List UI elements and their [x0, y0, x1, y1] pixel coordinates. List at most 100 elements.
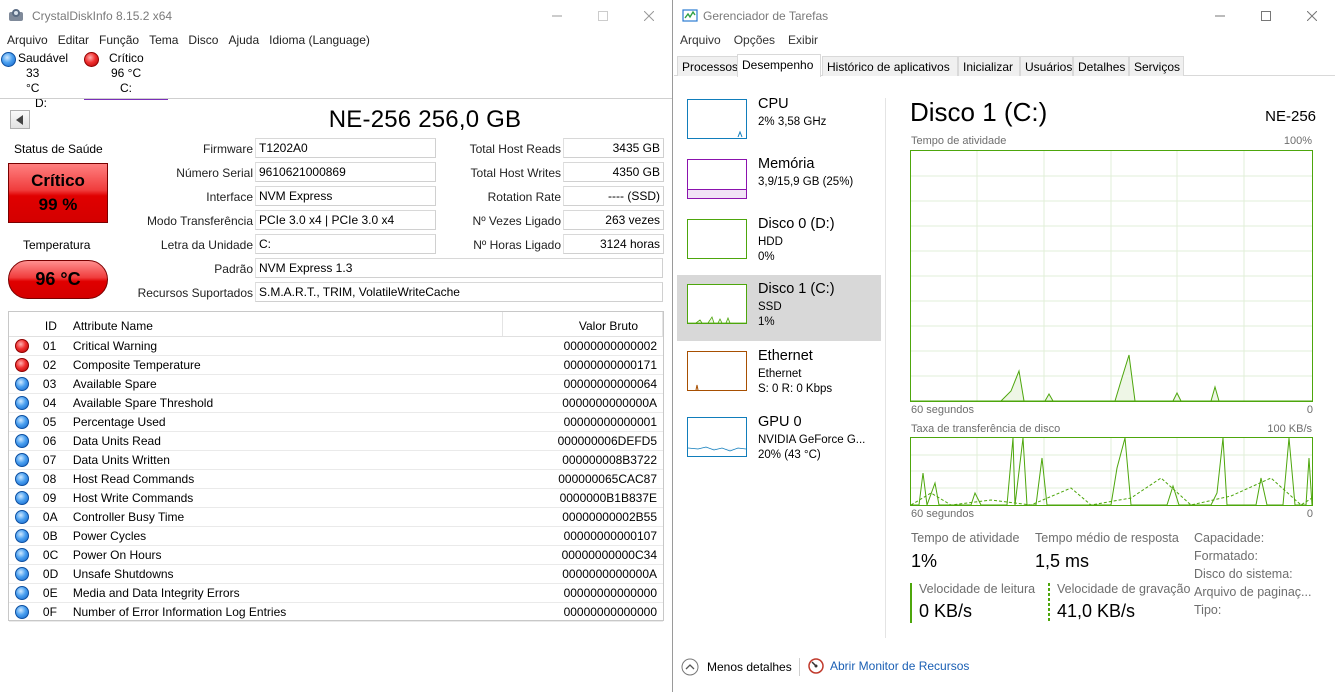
table-row[interactable]: 08 Host Read Commands 000000065CAC87 — [9, 470, 663, 489]
table-row[interactable]: 01 Critical Warning 00000000000002 — [9, 337, 663, 356]
tab-processos[interactable]: Processos — [677, 56, 738, 76]
sidebar-item-disk-0[interactable]: Disco 0 (D:) HDD 0% — [677, 210, 881, 276]
attribute-name: Data Units Read — [72, 434, 161, 448]
attribute-raw-value: 0000000B1B837E — [559, 491, 657, 505]
tab-usuarios[interactable]: Usuários — [1020, 56, 1073, 76]
window-title: Gerenciador de Tarefas — [703, 9, 829, 23]
task-manager-window: Gerenciador de Tarefas Arquivo Opções Ex… — [674, 0, 1335, 692]
activity-graph-xlabel: 60 segundos — [911, 404, 974, 416]
tm-titlebar: Gerenciador de Tarefas — [674, 0, 1335, 31]
open-resource-monitor-link[interactable]: Abrir Monitor de Recursos — [808, 658, 969, 674]
status-cell — [9, 377, 35, 391]
sidebar-item-disk-1[interactable]: Disco 1 (C:) SSD 1% — [677, 275, 881, 341]
minimize-button[interactable] — [534, 0, 580, 31]
table-row[interactable]: 0B Power Cycles 00000000000107 — [9, 527, 663, 546]
attribute-name: Host Write Commands — [72, 491, 194, 505]
disk1-thumbnail-graph — [688, 316, 746, 324]
sidebar-title: GPU 0 — [758, 414, 802, 430]
healthy-status-icon — [14, 453, 29, 467]
menu-arquivo[interactable]: Arquivo — [2, 31, 53, 49]
sidebar-subtitle-2: 1% — [758, 316, 775, 328]
table-row[interactable]: 07 Data Units Written 000000008B3722 — [9, 451, 663, 470]
drive-letter-label: Letra da Unidade — [160, 238, 253, 252]
maximize-button[interactable] — [580, 0, 626, 31]
drive-tab-c[interactable]: Crítico 96 °C C: — [84, 51, 168, 100]
cpu-thumbnail — [687, 99, 747, 139]
attribute-raw-value: 0000000000000A — [562, 567, 657, 581]
column-header-attribute-name[interactable]: Attribute Name — [73, 312, 504, 336]
detail-page-file: Arquivo de paginaç... — [1194, 585, 1312, 599]
menu-funcao[interactable]: Função — [94, 31, 144, 49]
menu-idioma[interactable]: Idioma (Language) — [264, 31, 375, 49]
menu-tema[interactable]: Tema — [144, 31, 183, 49]
drive-tab-d[interactable]: Saudável 33 °C D: — [0, 51, 68, 111]
menu-arquivo[interactable]: Arquivo — [674, 33, 728, 51]
table-row[interactable]: 0A Controller Busy Time 00000000002B55 — [9, 508, 663, 527]
table-row[interactable]: 06 Data Units Read 000000006DEFD5 — [9, 432, 663, 451]
sidebar-item-gpu[interactable]: GPU 0 NVIDIA GeForce G... 20% (43 °C) — [677, 408, 881, 474]
tab-historico-aplicativos[interactable]: Histórico de aplicativos — [822, 56, 958, 76]
sidebar-subtitle: 2% 3,58 GHz — [758, 116, 827, 128]
rotation-rate-label: Rotation Rate — [487, 190, 561, 204]
table-row[interactable]: 03 Available Spare 00000000000064 — [9, 375, 663, 394]
activity-graph-xmin: 0 — [1306, 404, 1313, 416]
close-button[interactable] — [1289, 0, 1335, 31]
attribute-raw-value: 000000008B3722 — [562, 453, 657, 467]
features-value: S.M.A.R.T., TRIM, VolatileWriteCache — [255, 282, 663, 302]
menu-exibir[interactable]: Exibir — [782, 33, 825, 51]
health-percent: 99 % — [38, 195, 78, 214]
task-manager-app-icon — [682, 9, 698, 22]
sidebar-item-cpu[interactable]: CPU 2% 3,58 GHz — [677, 90, 881, 156]
sidebar-title: Disco 0 (D:) — [758, 216, 835, 232]
status-cell — [9, 605, 35, 619]
maximize-button[interactable] — [1243, 0, 1289, 31]
minimize-button[interactable] — [1197, 0, 1243, 31]
sidebar-subtitle-2: 20% (43 °C) — [758, 449, 821, 461]
table-row[interactable]: 02 Composite Temperature 00000000000171 — [9, 356, 663, 375]
table-row[interactable]: 0D Unsafe Shutdowns 0000000000000A — [9, 565, 663, 584]
sidebar-item-memory[interactable]: Memória 3,9/15,9 GB (25%) — [677, 150, 881, 216]
serial-label: Número Serial — [176, 166, 253, 180]
table-row[interactable]: 09 Host Write Commands 0000000B1B837E — [9, 489, 663, 508]
read-speed-label: Velocidade de leitura — [919, 582, 1036, 596]
previous-disk-button[interactable] — [10, 110, 30, 129]
menu-disco[interactable]: Disco — [183, 31, 223, 49]
table-row[interactable]: 0E Media and Data Integrity Errors 0000000… — [9, 584, 663, 603]
attribute-id: 07 — [42, 453, 57, 467]
attribute-raw-value: 00000000000C34 — [561, 548, 657, 562]
table-row[interactable]: 0C Power On Hours 00000000000C34 — [9, 546, 663, 565]
sidebar-item-ethernet[interactable]: Ethernet Ethernet S: 0 R: 0 Kbps — [677, 342, 881, 408]
menu-editar[interactable]: Editar — [53, 31, 94, 49]
column-header-raw-value[interactable]: Valor Bruto — [503, 312, 663, 336]
tab-detalhes[interactable]: Detalhes — [1073, 56, 1129, 76]
healthy-status-icon — [14, 605, 29, 619]
read-speed-value: 0 KB/s — [919, 601, 973, 621]
attribute-name: Percentage Used — [72, 415, 166, 429]
tab-desempenho[interactable]: Desempenho — [737, 54, 821, 77]
crystaldiskinfo-window: CrystalDiskInfo 8.15.2 x64 Arquivo Edita… — [0, 0, 673, 692]
attribute-name: Unsafe Shutdowns — [72, 567, 174, 581]
attribute-name: Controller Busy Time — [72, 510, 185, 524]
fewer-details-label: Menos detalhes — [707, 660, 792, 674]
total-host-reads-label: Total Host Reads — [469, 142, 561, 156]
attribute-raw-value: 00000000000000 — [563, 586, 657, 600]
column-header-id[interactable]: ID — [35, 312, 73, 336]
attribute-name: Available Spare Threshold — [72, 396, 214, 410]
healthy-status-icon — [14, 472, 29, 486]
tab-servicos[interactable]: Serviços — [1129, 56, 1184, 76]
table-row[interactable]: 05 Percentage Used 00000000000001 — [9, 413, 663, 432]
close-button[interactable] — [626, 0, 672, 31]
tab-inicializar[interactable]: Inicializar — [958, 56, 1020, 76]
minimize-icon — [552, 15, 562, 16]
gpu-thumbnail-graph — [687, 446, 747, 452]
fewer-details-button[interactable]: Menos detalhes — [681, 658, 792, 676]
table-row[interactable]: 0F Number of Error Information Log Entrie… — [9, 603, 663, 622]
menu-ajuda[interactable]: Ajuda — [223, 31, 264, 49]
tm-footer: Menos detalhes Abrir Monitor de Recursos — [674, 648, 1335, 688]
standard-label: Padrão — [214, 262, 253, 276]
menu-opcoes[interactable]: Opções — [728, 33, 782, 51]
attribute-id: 05 — [42, 415, 57, 429]
attribute-raw-value: 00000000000171 — [563, 358, 657, 372]
table-row[interactable]: 04 Available Spare Threshold 0000000000000… — [9, 394, 663, 413]
tm-menubar: Arquivo Opções Exibir — [674, 33, 825, 51]
